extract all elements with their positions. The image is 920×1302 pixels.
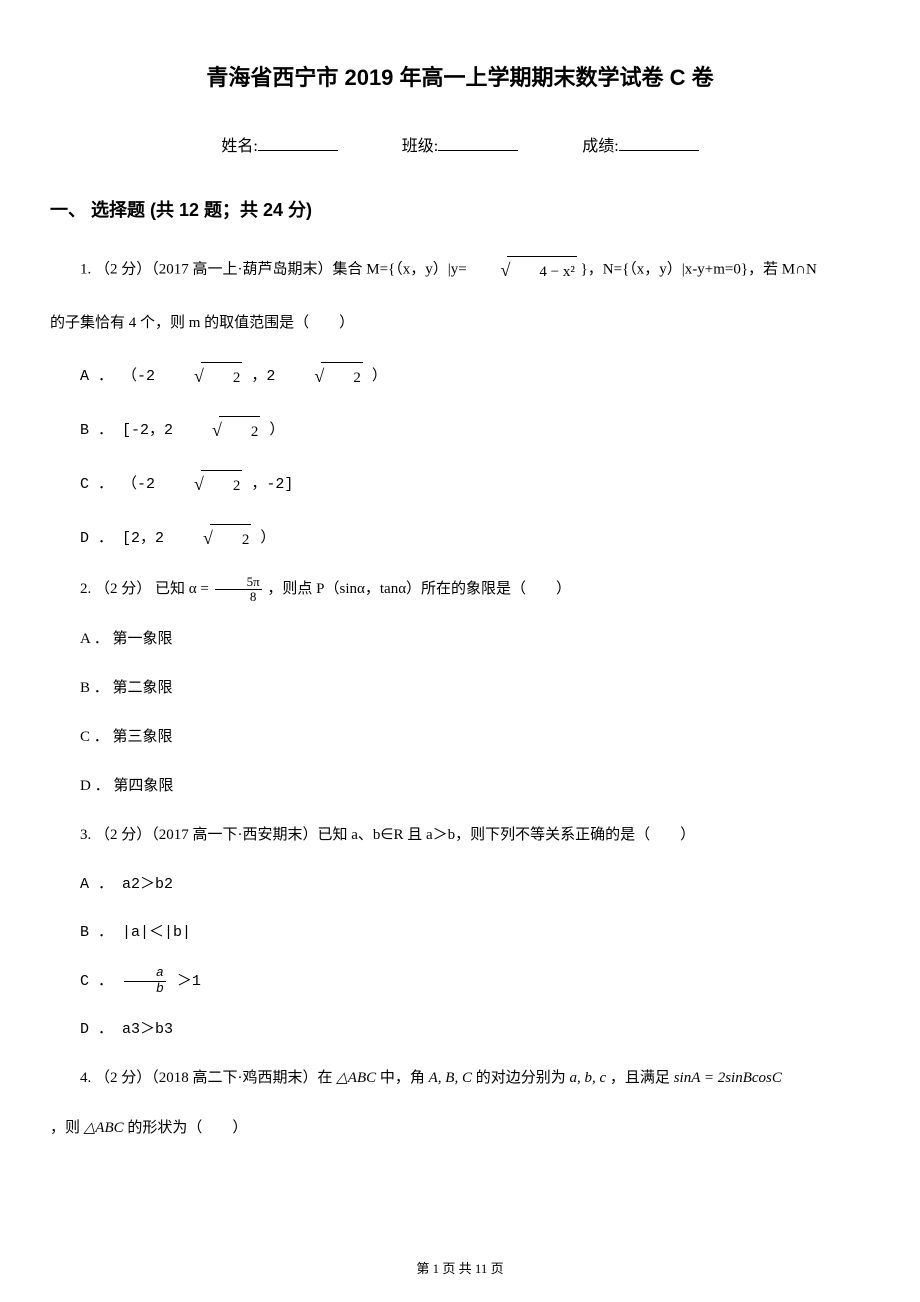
score-field: 成绩:	[582, 132, 698, 156]
q1-a-r: 2	[201, 362, 243, 393]
q1-b-r: 2	[219, 416, 261, 447]
q3-c-den: b	[124, 982, 166, 996]
q3-c-1: C ．	[80, 973, 122, 990]
sqrt-icon: √2	[164, 358, 242, 394]
sqrt-icon: √2	[173, 520, 251, 556]
section-header: 一、 选择题 (共 12 题；共 24 分)	[50, 196, 870, 222]
page-footer: 第 1 页 共 11 页	[0, 1258, 920, 1277]
q4-d: ，且满足	[606, 1070, 674, 1086]
name-label: 姓名:	[221, 138, 257, 155]
triangle-abc-2: △ABC	[84, 1120, 124, 1136]
triangle-abc: △ABC	[336, 1070, 376, 1086]
q1-a-3: ）	[363, 368, 387, 385]
sqrt-icon: √2	[164, 466, 242, 502]
q1-a-2: ，2	[242, 368, 284, 385]
q2-option-d: D ． 第四象限	[50, 771, 870, 802]
q1-text-a: 1. （2 分）（2017 高一上·葫芦岛期末）集合 M={（x，y）|y=	[80, 261, 470, 277]
q3-c-num: a	[124, 966, 166, 981]
q1-c-2: ，‑2]	[242, 476, 293, 493]
q1-text-b: }，N={（x，y）|x‑y+m=0}，若 M∩N	[577, 261, 817, 277]
q1-b-1: B ． [‑2，2	[80, 422, 182, 439]
name-blank	[258, 150, 338, 151]
class-field: 班级:	[402, 132, 518, 156]
q3-option-d: D ． a3＞b3	[50, 1015, 870, 1045]
sqrt-icon: √2	[182, 412, 260, 448]
q4-c: 的对边分别为	[472, 1070, 570, 1086]
q2-den: 8	[215, 590, 262, 604]
q1-d-r: 2	[210, 524, 252, 555]
question-4-stem: 4. （2 分）（2018 高二下·鸡西期末）在 △ABC 中，角 A, B, …	[50, 1063, 870, 1093]
question-1-stem-2: 的子集恰有 4 个，则 m 的取值范围是（ ）	[50, 308, 870, 338]
q2-num: 5π	[215, 575, 262, 590]
class-label: 班级:	[402, 138, 438, 155]
q2-option-c: C ． 第三象限	[50, 722, 870, 753]
q1-option-c: C ． （‑2 √2 ，‑2]	[50, 466, 870, 502]
q2-option-b: B ． 第二象限	[50, 673, 870, 704]
page-title: 青海省西宁市 2019 年高一上学期期末数学试卷 C 卷	[50, 60, 870, 92]
q2-text-a: 2. （2 分） 已知 α =	[80, 581, 213, 597]
q3-option-b: B ． |a|＜|b|	[50, 918, 870, 948]
q3-option-a: A ． a2＞b2	[50, 870, 870, 900]
q1-b-2: ）	[260, 422, 284, 439]
class-blank	[438, 150, 518, 151]
q2-a: A ． 第一象限	[80, 631, 173, 647]
angles-abc: A, B, C	[429, 1070, 472, 1086]
q4-e: ，则	[50, 1120, 84, 1136]
score-label: 成绩:	[582, 138, 618, 155]
q4-f: 的形状为（ ）	[124, 1120, 248, 1136]
student-info-line: 姓名: 班级: 成绩:	[50, 132, 870, 156]
sqrt-icon: √2	[284, 358, 362, 394]
q4-b: 中，角	[376, 1070, 429, 1086]
q2-d: D ． 第四象限	[80, 778, 173, 794]
fraction-icon: ab	[124, 966, 166, 996]
question-1-stem: 1. （2 分）（2017 高一上·葫芦岛期末）集合 M={（x，y）|y= √…	[50, 252, 870, 288]
q3-c-2: ＞1	[168, 973, 201, 990]
q2-text-b: ，则点 P（sinα，tanα）所在的象限是（ ）	[264, 581, 571, 597]
equation: sinA = 2sinBcosC	[674, 1070, 782, 1086]
sides-abc: a, b, c	[570, 1070, 607, 1086]
name-field: 姓名:	[221, 132, 337, 156]
sqrt-icon: √4 − x²	[470, 252, 576, 288]
q1-c-r: 2	[201, 470, 243, 501]
q1-radicand: 4 − x²	[507, 256, 576, 287]
q1-a-1: A ． （‑2	[80, 368, 164, 385]
question-3-stem: 3. （2 分）（2017 高一下·西安期末）已知 a、b∈R 且 a＞b，则下…	[50, 820, 870, 850]
question-4-stem-2: ，则 △ABC 的形状为（ ）	[50, 1113, 870, 1143]
q2-b: B ． 第二象限	[80, 680, 173, 696]
q1-d-1: D ． [2，2	[80, 530, 173, 547]
q2-c: C ． 第三象限	[80, 729, 173, 745]
q1-d-2: ）	[251, 530, 275, 547]
score-blank	[619, 150, 699, 151]
q2-option-a: A ． 第一象限	[50, 624, 870, 655]
q1-option-b: B ． [‑2，2 √2 ）	[50, 412, 870, 448]
q1-a-r2: 2	[321, 362, 363, 393]
q4-a: 4. （2 分）（2018 高二下·鸡西期末）在	[80, 1070, 336, 1086]
q1-option-d: D ． [2，2 √2 ）	[50, 520, 870, 556]
q3-option-c: C ． ab ＞1	[50, 966, 870, 997]
fraction-icon: 5π8	[215, 575, 262, 605]
q1-option-a: A ． （‑2 √2 ，2 √2 ）	[50, 358, 870, 394]
q1-c-1: C ． （‑2	[80, 476, 164, 493]
question-2-stem: 2. （2 分） 已知 α = 5π8 ，则点 P（sinα，tanα）所在的象…	[50, 574, 870, 604]
